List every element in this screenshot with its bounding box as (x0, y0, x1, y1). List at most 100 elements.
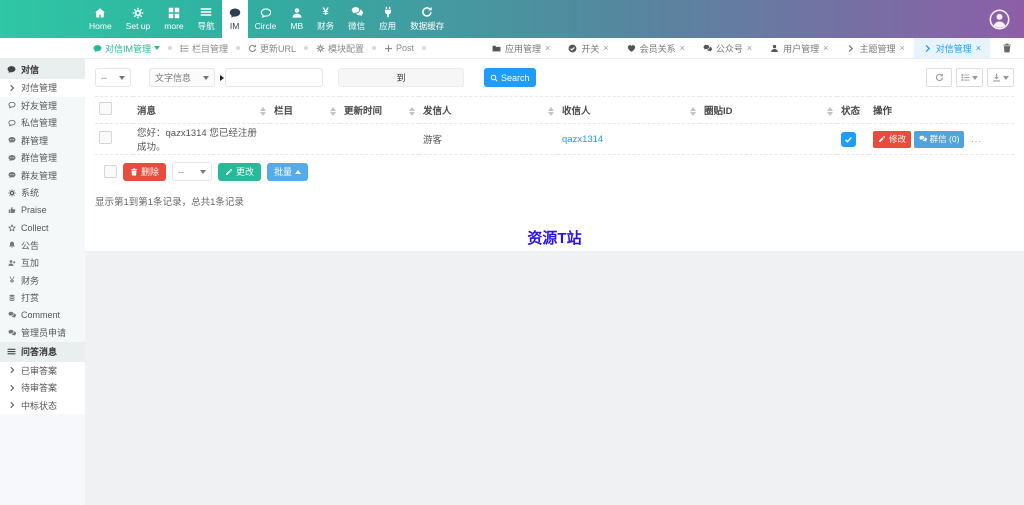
sidebar-item-finance[interactable]: ¥ 财务 (0, 272, 85, 290)
column-header-column[interactable]: 栏目 (270, 96, 340, 124)
search-type-select[interactable]: 文字信息 (149, 68, 215, 87)
separator-dot (422, 46, 427, 50)
nav-item-navigation[interactable]: 导航 (191, 0, 222, 38)
tab-official-account[interactable]: 公众号 × (694, 38, 761, 58)
user-avatar-icon[interactable] (989, 9, 1010, 30)
select-all-checkbox[interactable] (99, 102, 112, 115)
batch-button[interactable]: 批量 (267, 162, 309, 181)
chevron-up-icon (295, 169, 302, 174)
close-icon[interactable]: × (747, 43, 752, 53)
chevron-right-icon (923, 44, 932, 53)
tab-label: 对信管理 (935, 43, 972, 54)
refresh-button[interactable] (926, 68, 952, 87)
sidebar-item-label: 已审答案 (21, 365, 58, 376)
delete-button[interactable]: 删除 (123, 162, 167, 181)
table-row: 您好：qazx1314 您已经注册成功。 游客 qazx1314 修改 群信 (… (95, 123, 1014, 155)
nav-item-setup[interactable]: Set up (119, 0, 158, 38)
trash-icon (130, 168, 138, 176)
tab-message-manage[interactable]: 对信管理 × (913, 38, 990, 58)
column-header-message[interactable]: 消息 (133, 96, 270, 124)
sidebar-item-approved-answers[interactable]: 已审答案 (0, 361, 85, 379)
sidebar-item-group-manage[interactable]: 群管理 (0, 132, 85, 150)
nav-item-circle[interactable]: Circle (248, 0, 284, 38)
receiver-link[interactable]: qazx1314 (562, 134, 603, 145)
breadcrumb-item-post[interactable]: Post (381, 43, 417, 53)
nav-item-more[interactable]: more (157, 0, 190, 38)
sidebar-item-praise[interactable]: Praise (0, 202, 85, 220)
column-header-sender[interactable]: 发信人 (419, 96, 558, 124)
tab-theme-manage[interactable]: 主题管理 × (837, 38, 913, 58)
sidebar-item-pending-answers[interactable]: 待审答案 (0, 379, 85, 397)
close-icon[interactable]: × (976, 43, 981, 53)
sidebar-item-friend-manage[interactable]: 好友管理 (0, 97, 85, 115)
chevron-right-icon (8, 84, 16, 92)
breadcrumb-item-update-url[interactable]: 更新URL (245, 42, 299, 55)
sidebar-item-system[interactable]: 系统 (0, 184, 85, 202)
nav-item-wechat[interactable]: 微信 (341, 0, 372, 38)
close-icon[interactable]: × (545, 43, 550, 53)
export-icon (992, 73, 1001, 82)
search-button-label: Search (501, 72, 530, 83)
column-header-circle-id[interactable]: 圈贴ID (700, 96, 837, 124)
group-message-button[interactable]: 群信 (0) (913, 130, 965, 148)
nav-item-finance[interactable]: ¥ 财务 (310, 0, 341, 38)
sort-icon[interactable] (330, 106, 336, 117)
close-icon[interactable]: × (680, 43, 685, 53)
sort-icon[interactable] (260, 106, 266, 117)
nav-item-label: 微信 (348, 21, 366, 31)
caret-marker-icon (220, 74, 224, 81)
breadcrumb-item-column-manage[interactable]: 栏目管理 (177, 42, 231, 55)
sort-icon[interactable] (827, 106, 833, 117)
nav-item-im[interactable]: IM (221, 0, 248, 38)
sidebar-item-group-message-manage[interactable]: 群信管理 (0, 149, 85, 167)
sidebar-item-mutual-add[interactable]: 互加 (0, 254, 85, 272)
sidebar-item-reward[interactable]: 打赏 (0, 289, 85, 307)
sort-icon[interactable] (548, 106, 554, 117)
bulk-action-bar: 删除 -- 更改 批量 (95, 162, 1014, 181)
export-button[interactable] (987, 68, 1014, 87)
close-icon[interactable]: × (823, 43, 828, 53)
breadcrumb-item-im-manage[interactable]: 对信IM管理 (90, 42, 163, 55)
tab-user-manage[interactable]: 用户管理 × (761, 38, 837, 58)
sidebar-item-comment[interactable]: Comment (0, 307, 85, 325)
tab-switch[interactable]: 开关 × (559, 38, 617, 58)
range-to-field[interactable]: 到 (338, 68, 464, 87)
search-button[interactable]: Search (484, 68, 536, 87)
search-toolbar: -- 文字信息 到 Search (95, 68, 1014, 87)
nav-item-data-cache[interactable]: 数据缓存 (403, 0, 451, 38)
bulk-select-checkbox[interactable] (104, 165, 117, 178)
nav-item-mb[interactable]: MB (283, 0, 310, 38)
sort-icon[interactable] (690, 106, 696, 117)
column-header-receiver[interactable]: 收信人 (558, 96, 700, 124)
sort-icon[interactable] (409, 106, 415, 117)
keyword-input[interactable] (225, 68, 323, 87)
nav-item-home[interactable]: Home (82, 0, 119, 38)
row-checkbox[interactable] (99, 131, 112, 144)
sidebar-item-collect[interactable]: Collect (0, 219, 85, 237)
comment-outline-icon (8, 119, 16, 127)
bulk-select[interactable]: -- (172, 162, 213, 181)
close-icon[interactable]: × (899, 43, 904, 53)
edit-button[interactable]: 修改 (873, 130, 912, 148)
sidebar-item-message-manage[interactable]: 对信管理 (0, 79, 85, 97)
more-actions-button[interactable]: ... (971, 134, 982, 145)
column-header-update-time[interactable]: 更新时间 (340, 96, 419, 124)
close-all-tabs-button[interactable] (990, 38, 1024, 58)
breadcrumb-item-module-config[interactable]: 模块配置 (313, 42, 367, 55)
tab-member-relation[interactable]: 会员关系 × (618, 38, 694, 58)
sidebar-item-group-member-manage[interactable]: 群友管理 (0, 167, 85, 185)
filter-select[interactable]: -- (95, 68, 131, 87)
sidebar-item-admin-apply[interactable]: 管理员申请 (0, 324, 85, 342)
sidebar-item-label: 好友管理 (21, 100, 58, 111)
sidebar-item-private-message[interactable]: 私信管理 (0, 114, 85, 132)
status-toggle[interactable] (841, 131, 856, 147)
chevron-right-icon (8, 366, 16, 374)
sidebar-item-winning-status[interactable]: 中标状态 (0, 396, 85, 414)
tab-app-manage[interactable]: 应用管理 × (483, 38, 559, 58)
sidebar-item-announcement[interactable]: 公告 (0, 237, 85, 255)
columns-button[interactable] (956, 68, 983, 87)
close-icon[interactable]: × (603, 43, 608, 53)
nav-item-apps[interactable]: 应用 (372, 0, 403, 38)
change-button[interactable]: 更改 (218, 162, 262, 181)
bars-icon (200, 6, 212, 18)
